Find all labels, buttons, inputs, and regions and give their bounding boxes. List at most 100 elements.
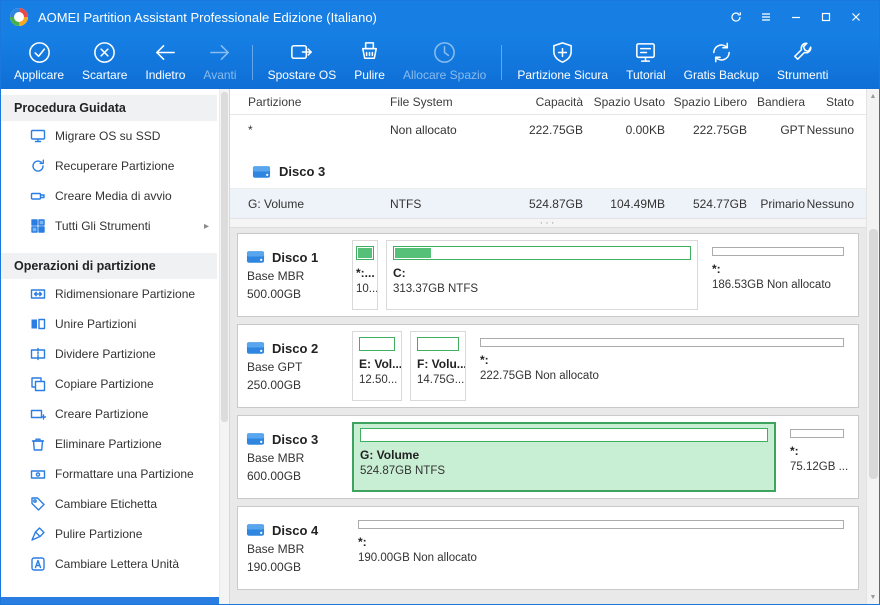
- sidebar-item-merge-partitions[interactable]: Unire Partizioni: [1, 309, 217, 339]
- partition-block-unallocated[interactable]: *: 222.75GB Non allocato: [474, 331, 850, 401]
- partition-label: *:: [480, 353, 844, 367]
- app-window: AOMEI Partition Assistant Professionale …: [0, 0, 880, 605]
- scroll-down-icon[interactable]: ▼: [867, 590, 879, 604]
- toolbar-applicare[interactable]: Applicare: [5, 36, 73, 89]
- change-label-icon: [30, 496, 46, 512]
- partition-block-c[interactable]: C: 313.37GB NTFS: [386, 240, 698, 310]
- sidebar-item-copy-partition[interactable]: Copiare Partizione: [1, 369, 217, 399]
- partition-row-g-volume[interactable]: G: Volume NTFS 524.87GB 104.49MB 524.77G…: [230, 189, 866, 219]
- column-header-stato[interactable]: Stato: [805, 95, 866, 109]
- toolbar-label: Pulire: [354, 68, 385, 82]
- partition-detail: 313.37GB NTFS: [393, 283, 691, 295]
- toolbar-scartare[interactable]: Scartare: [73, 36, 136, 89]
- cell-spazio-libero: 222.75GB: [665, 123, 747, 137]
- close-button[interactable]: [841, 4, 871, 30]
- disk-info[interactable]: Disco 3 Base MBR 600.00GB: [246, 431, 352, 483]
- main-scrollbar[interactable]: ▲ ▼: [866, 89, 879, 604]
- disk-info[interactable]: Disco 2 Base GPT 250.00GB: [246, 340, 352, 392]
- disk-map-area: Disco 1 Base MBR 500.00GB *:... 10...: [230, 228, 866, 604]
- sidebar-item-wipe-partition[interactable]: Pulire Partizione: [1, 519, 217, 549]
- column-header-partizione[interactable]: Partizione: [230, 95, 390, 109]
- partition-block-unallocated[interactable]: *: 75.12GB ...: [784, 422, 850, 492]
- partition-used-fill: [358, 248, 372, 258]
- partition-usage-bar: [393, 246, 691, 260]
- partition-block-unallocated[interactable]: *: 190.00GB Non allocato: [352, 513, 850, 583]
- column-header-spazio-libero[interactable]: Spazio Libero: [665, 95, 747, 109]
- sidebar-item-label: Creare Partizione: [55, 407, 209, 421]
- sidebar-item-resize-partition[interactable]: Ridimensionare Partizione: [1, 279, 217, 309]
- sidebar-item-label: Ridimensionare Partizione: [55, 287, 209, 301]
- sidebar-item-label: Cambiare Lettera Unità: [55, 557, 209, 571]
- cell-capacita: 222.75GB: [505, 123, 583, 137]
- toolbar-label: Scartare: [82, 68, 127, 82]
- menu-button[interactable]: [751, 4, 781, 30]
- toolbar-allocare-spazio[interactable]: Allocare Spazio: [394, 36, 495, 89]
- disk-group-label: Disco 3: [279, 164, 325, 179]
- toolbar-gratis-backup[interactable]: Gratis Backup: [675, 36, 768, 89]
- disk-icon: [246, 340, 265, 356]
- sidebar-section-header-wizards: Procedura Guidata: [1, 95, 217, 121]
- refresh-button[interactable]: [721, 4, 751, 30]
- toolbar-partizione-sicura[interactable]: Partizione Sicura: [508, 36, 617, 89]
- sidebar-item-bootable-media[interactable]: Creare Media di avvio: [1, 181, 217, 211]
- disk-info[interactable]: Disco 4 Base MBR 190.00GB: [246, 522, 352, 574]
- maximize-button[interactable]: [811, 4, 841, 30]
- disk-group-header-disco3[interactable]: Disco 3: [230, 155, 866, 189]
- sidebar-item-create-partition[interactable]: Creare Partizione: [1, 399, 217, 429]
- partition-row-unallocated[interactable]: * Non allocato 222.75GB 0.00KB 222.75GB …: [230, 115, 866, 145]
- column-header-spazio-usato[interactable]: Spazio Usato: [583, 95, 665, 109]
- toolbar-pulire[interactable]: Pulire: [345, 36, 394, 89]
- toolbar-label: Applicare: [14, 68, 64, 82]
- sidebar-item-all-tools[interactable]: Operazioni di partizione Tutti Gli Strum…: [1, 211, 217, 241]
- delete-partition-icon: [30, 436, 46, 452]
- partition-detail: 14.75G...: [417, 374, 459, 386]
- tools-icon: [790, 40, 815, 65]
- sidebar-section-header-partition-ops: Operazioni di partizione: [1, 253, 217, 279]
- sidebar-item-change-drive-letter[interactable]: Cambiare Lettera Unità: [1, 549, 217, 579]
- toolbar-tutorial[interactable]: Tutorial: [617, 36, 675, 89]
- titlebar: AOMEI Partition Assistant Professionale …: [1, 1, 879, 33]
- disk-partitions: G: Volume 524.87GB NTFS *: 75.12GB ...: [352, 422, 850, 492]
- move-os-icon: [289, 40, 314, 65]
- cell-stato: Nessuno: [805, 123, 866, 137]
- sidebar-item-change-label[interactable]: Cambiare Etichetta: [1, 489, 217, 519]
- disk-info[interactable]: Disco 1 Base MBR 500.00GB: [246, 249, 352, 301]
- partition-block-f[interactable]: F: Volu... 14.75G...: [410, 331, 466, 401]
- back-icon: [153, 40, 178, 65]
- sidebar-item-split-partition[interactable]: Dividere Partizione: [1, 339, 217, 369]
- aomei-logo-icon: [9, 7, 29, 27]
- partition-label: F: Volu...: [417, 357, 459, 371]
- sidebar-scrollbar[interactable]: [219, 89, 229, 604]
- column-header-file-system[interactable]: File System: [390, 95, 505, 109]
- disk-type: Base MBR: [246, 269, 352, 283]
- column-header-bandiera[interactable]: Bandiera: [747, 95, 805, 109]
- wipe-icon: [357, 40, 382, 65]
- sidebar-item-delete-partition[interactable]: Eliminare Partizione: [1, 429, 217, 459]
- partition-label: C:: [393, 266, 691, 280]
- partition-block-g-volume-selected[interactable]: G: Volume 524.87GB NTFS: [352, 422, 776, 492]
- column-header-capacita[interactable]: Capacità: [505, 95, 583, 109]
- sidebar-scrollbar-thumb[interactable]: [221, 92, 228, 422]
- disk-icon: [252, 164, 271, 180]
- cell-spazio-usato: 104.49MB: [583, 197, 665, 211]
- partition-label: *:: [790, 444, 844, 458]
- toolbar-strumenti[interactable]: Strumenti: [768, 36, 837, 89]
- partition-block-unallocated[interactable]: *: 186.53GB Non allocato: [706, 240, 850, 310]
- splitter-handle[interactable]: ···: [230, 219, 866, 228]
- main-scrollbar-thumb[interactable]: [869, 229, 878, 479]
- partition-block-e[interactable]: E: Vol... 12.50...: [352, 331, 402, 401]
- toolbar-spostare-os[interactable]: Spostare OS: [259, 36, 346, 89]
- migrate-os-icon: [30, 128, 46, 144]
- sidebar-item-format-partition[interactable]: Formattare una Partizione: [1, 459, 217, 489]
- scroll-up-icon[interactable]: ▲: [867, 89, 879, 103]
- toolbar-avanti[interactable]: Avanti: [194, 36, 245, 89]
- toolbar-indietro[interactable]: Indietro: [136, 36, 194, 89]
- partition-block-system[interactable]: *:... 10...: [352, 240, 378, 310]
- disk-name: Disco 2: [272, 341, 318, 356]
- body: Procedura Guidata Migrare OS su SSD Recu…: [1, 89, 879, 604]
- partition-usage-bar: [417, 337, 459, 351]
- disk-partitions: *:... 10... C: 313.37GB NTFS *: 186.53GB…: [352, 240, 850, 310]
- minimize-button[interactable]: [781, 4, 811, 30]
- sidebar-item-recover-partition[interactable]: Recuperare Partizione: [1, 151, 217, 181]
- sidebar-item-migrate-os[interactable]: Migrare OS su SSD: [1, 121, 217, 151]
